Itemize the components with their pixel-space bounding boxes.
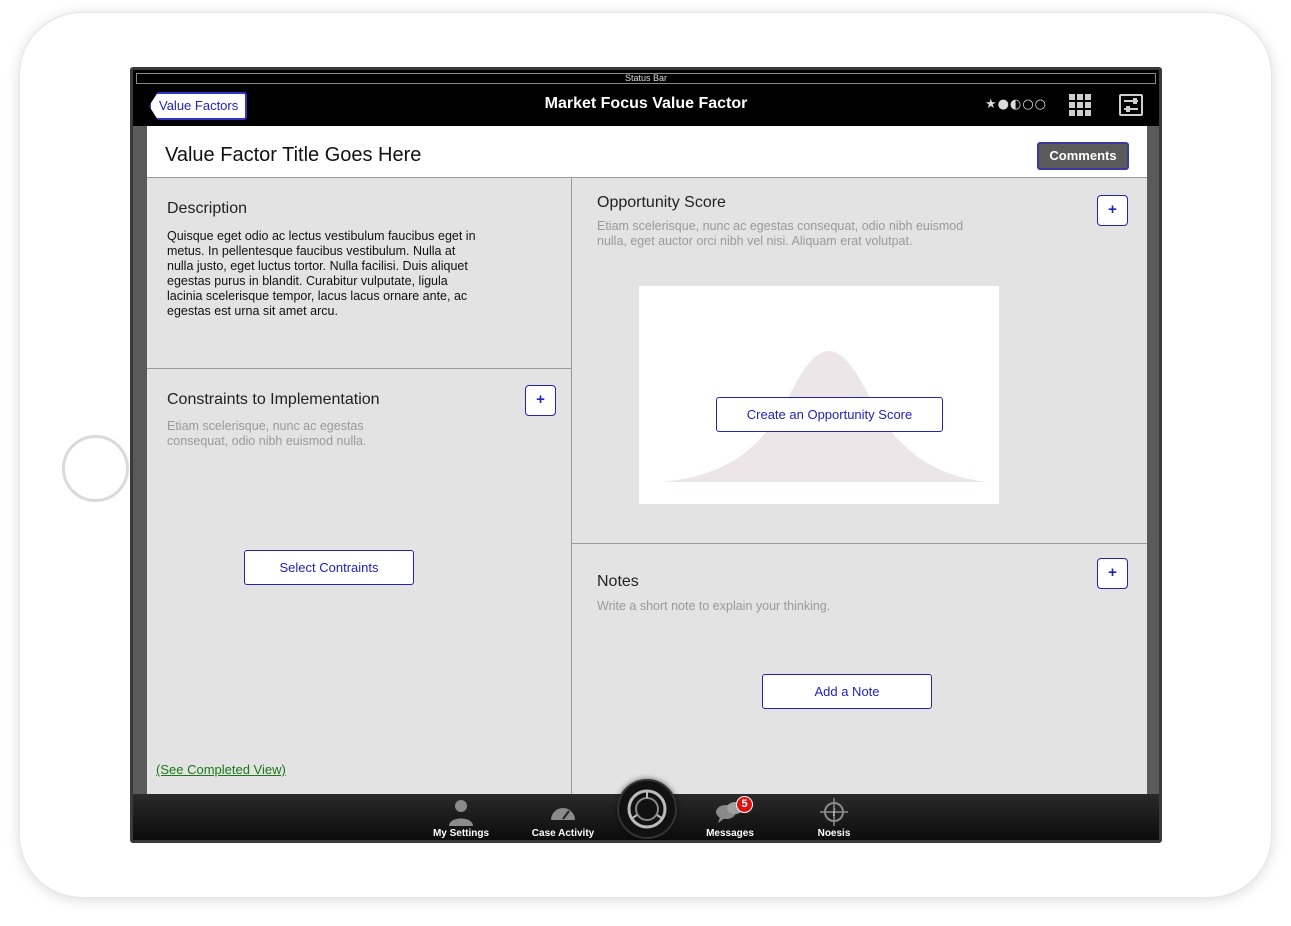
title-bar: Value Factor Title Goes Here Comments: [147, 126, 1147, 178]
messages-badge: 5: [736, 796, 753, 813]
home-button[interactable]: [62, 435, 129, 502]
tab-label: Case Activity: [531, 828, 595, 839]
create-opportunity-score-button[interactable]: Create an Opportunity Score: [716, 397, 943, 432]
add-note-plus-button[interactable]: +: [1097, 558, 1128, 589]
add-note-button[interactable]: Add a Note: [762, 674, 932, 709]
tab-label: Messages: [706, 828, 754, 839]
see-completed-view-link[interactable]: (See Completed View): [156, 762, 286, 777]
description-panel: Description Quisque eget odio ac lectus …: [147, 178, 571, 369]
add-opportunity-score-button[interactable]: +: [1097, 195, 1128, 226]
comments-button[interactable]: Comments: [1037, 142, 1129, 170]
opportunity-hint: Etiam scelerisque, nunc ac egestas conse…: [597, 219, 964, 248]
notes-hint: Write a short note to explain your think…: [597, 599, 831, 613]
right-column: Opportunity Score Etiam scelerisque, nun…: [572, 178, 1147, 794]
select-constraints-button[interactable]: Select Contraints: [244, 550, 414, 585]
opportunity-heading: Opportunity Score: [597, 194, 726, 211]
tab-case-activity[interactable]: Case Activity: [523, 798, 603, 839]
constraints-panel: Constraints to Implementation Etiam scel…: [147, 369, 571, 794]
home-hub-button[interactable]: [617, 779, 677, 839]
status-bar: Status Bar: [136, 73, 1156, 84]
page-title: Value Factor Title Goes Here: [165, 144, 422, 166]
notes-panel: Notes Write a short note to explain your…: [572, 544, 1147, 794]
notes-heading: Notes: [597, 573, 639, 590]
compass-icon: i: [820, 798, 848, 826]
navigation-bar: Value Factors Market Focus Value Factor …: [133, 84, 1159, 126]
sliders-icon[interactable]: [1119, 94, 1143, 116]
constraints-heading: Constraints to Implementation: [167, 391, 380, 408]
description-heading: Description: [167, 200, 248, 217]
tab-label: My Settings: [432, 828, 490, 839]
tab-label: Noesis: [817, 828, 851, 839]
hub-icon: [627, 789, 667, 829]
add-constraint-button[interactable]: +: [525, 385, 556, 416]
person-icon: [449, 800, 473, 826]
constraints-hint: Etiam scelerisque, nunc ac egestas conse…: [167, 419, 367, 448]
bell-curve-placeholder: [639, 286, 999, 504]
opportunity-score-panel: Opportunity Score Etiam scelerisque, nun…: [572, 178, 1147, 544]
content-area: Value Factor Title Goes Here Comments De…: [133, 126, 1159, 794]
rating-indicator[interactable]: ★●◐○○: [985, 97, 1047, 112]
description-text: Quisque eget odio ac lectus vestibulum f…: [167, 229, 476, 318]
tab-bar: My Settings Case Activity 5 Messages i N…: [133, 779, 1159, 840]
grid-icon[interactable]: [1069, 94, 1091, 116]
tab-my-settings[interactable]: My Settings: [421, 798, 501, 839]
bell-curve-icon: [663, 351, 987, 482]
gauge-icon: [551, 808, 575, 820]
tab-noesis[interactable]: i Noesis: [794, 798, 874, 839]
app-screen: Status Bar Value Factors Market Focus Va…: [130, 67, 1162, 843]
tab-messages[interactable]: 5 Messages: [690, 796, 770, 839]
svg-text:i: i: [833, 808, 836, 819]
left-column: Description Quisque eget odio ac lectus …: [147, 178, 572, 794]
